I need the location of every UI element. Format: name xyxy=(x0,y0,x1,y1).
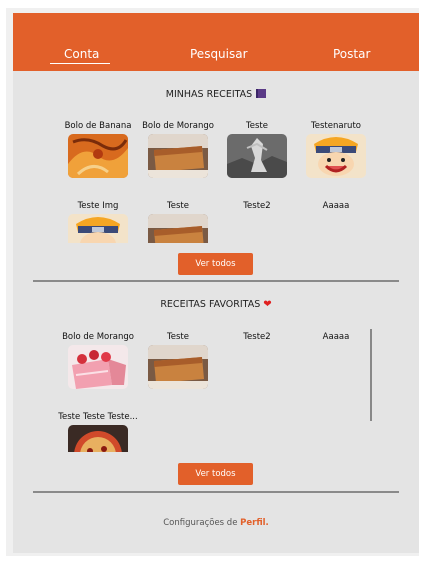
favorites-scrollbar[interactable] xyxy=(370,329,372,421)
my-recipes-grid[interactable]: Bolo de Banana Bolo de Morango Teste Tes… xyxy=(13,121,419,243)
recipe-name: Teste Img xyxy=(77,201,119,211)
recipe-thumbnail[interactable] xyxy=(68,345,128,389)
my-recipes-title: MINHAS RECEITAS xyxy=(13,89,419,100)
tab-conta[interactable]: Conta xyxy=(64,47,99,61)
footer-text: Configurações de xyxy=(163,518,238,528)
app-container: Conta Pesquisar Postar MINHAS RECEITAS B… xyxy=(13,13,419,553)
favorite-card[interactable]: Teste Teste Teste... xyxy=(58,412,138,452)
favorite-card[interactable]: Aaaaa xyxy=(296,332,376,343)
recipe-name: Teste xyxy=(167,332,189,342)
recipe-name: Teste Teste Teste... xyxy=(58,412,138,422)
recipe-name: Bolo de Banana xyxy=(64,121,132,131)
favorite-card[interactable]: Bolo de Morango xyxy=(58,332,138,389)
favorite-card[interactable]: Teste2 xyxy=(217,332,297,343)
recipe-name: Teste xyxy=(167,201,189,211)
recipe-thumbnail[interactable] xyxy=(148,134,208,178)
recipe-name: Teste xyxy=(246,121,268,131)
section-divider xyxy=(33,491,399,493)
tab-postar[interactable]: Postar xyxy=(333,47,370,61)
recipe-card[interactable]: Teste Img xyxy=(58,201,138,243)
recipe-name: Teste2 xyxy=(243,201,271,211)
recipe-card[interactable]: Bolo de Morango xyxy=(138,121,218,178)
favorites-title-text: RECEITAS FAVORITAS xyxy=(160,299,261,310)
recipe-name: Testenaruto xyxy=(311,121,361,131)
tab-pesquisar[interactable]: Pesquisar xyxy=(190,47,248,61)
profile-link[interactable]: Perfil. xyxy=(240,518,269,528)
recipe-card[interactable]: Bolo de Banana xyxy=(58,121,138,178)
recipe-thumbnail[interactable] xyxy=(148,345,208,389)
recipe-card[interactable]: Testenaruto xyxy=(296,121,376,178)
recipe-card[interactable]: Aaaaa xyxy=(296,201,376,212)
recipe-name: Bolo de Morango xyxy=(142,121,214,131)
recipe-name: Teste2 xyxy=(243,332,271,342)
recipe-thumbnail[interactable] xyxy=(148,214,208,243)
recipe-name: Bolo de Morango xyxy=(62,332,134,342)
favorite-card[interactable]: Teste xyxy=(138,332,218,389)
favorites-title: RECEITAS FAVORITAS ❤ xyxy=(13,299,419,310)
active-tab-indicator xyxy=(50,63,110,64)
recipe-card[interactable]: Teste xyxy=(217,121,297,178)
my-recipes-view-all-button[interactable]: Ver todos xyxy=(178,253,253,275)
recipe-thumbnail[interactable] xyxy=(68,134,128,178)
recipe-thumbnail[interactable] xyxy=(68,425,128,452)
recipe-thumbnail[interactable] xyxy=(227,134,287,178)
top-nav-bar: Conta Pesquisar Postar xyxy=(13,13,419,71)
recipe-name: Aaaaa xyxy=(322,201,350,211)
recipe-card[interactable]: Teste xyxy=(138,201,218,243)
recipe-thumbnail[interactable] xyxy=(306,134,366,178)
footer-settings: Configurações de Perfil. xyxy=(13,518,419,528)
favorites-grid[interactable]: Bolo de Morango Teste Teste2 Aaaaa Teste… xyxy=(13,332,419,452)
recipe-card[interactable]: Teste2 xyxy=(217,201,297,212)
book-icon xyxy=(256,89,267,98)
recipe-thumbnail[interactable] xyxy=(68,214,128,243)
favorites-view-all-button[interactable]: Ver todos xyxy=(178,463,253,485)
recipe-name: Aaaaa xyxy=(322,332,350,342)
heart-icon: ❤ xyxy=(263,299,272,310)
my-recipes-title-text: MINHAS RECEITAS xyxy=(165,89,253,100)
section-divider xyxy=(33,280,399,282)
